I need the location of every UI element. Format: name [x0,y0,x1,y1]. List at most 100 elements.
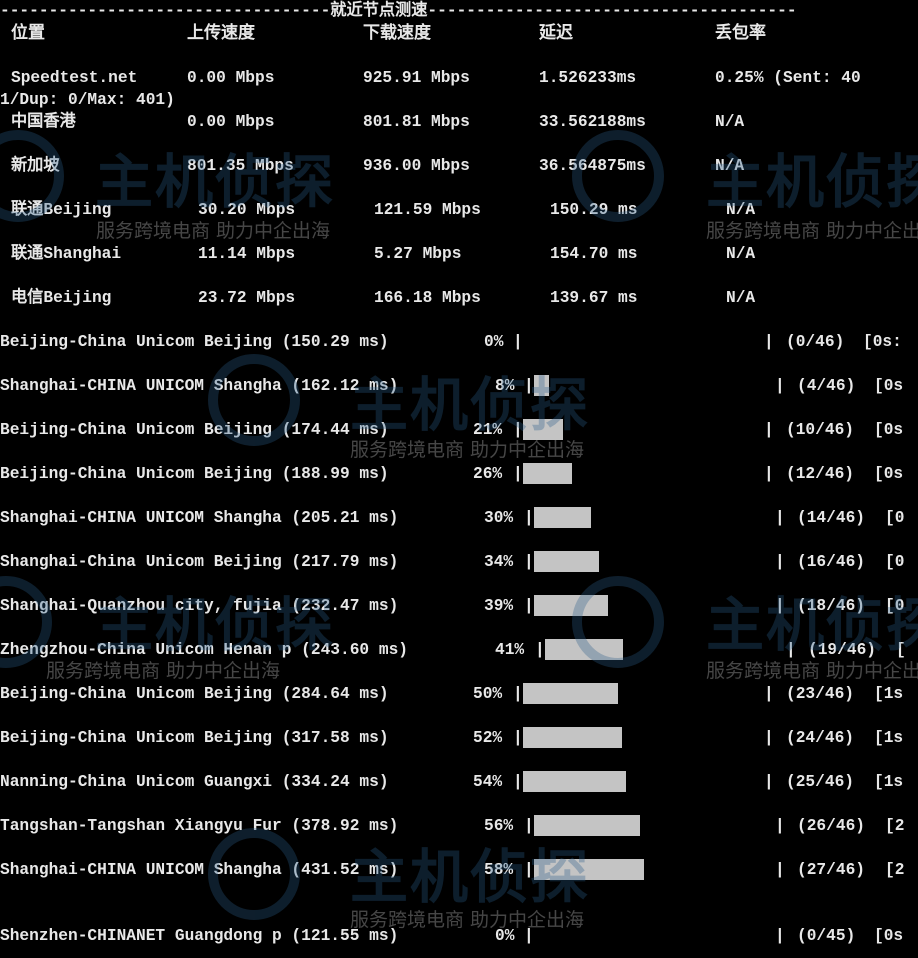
progress-bar-fill [523,727,622,748]
speedtest-loss-cell: 0.25% (Sent: 40 [715,69,861,87]
progress-bar-left-edge: | [524,553,534,571]
route-label: Beijing-China Unicom Beijing (188.99 ms) [0,465,389,483]
progress-bar-left-edge: | [513,333,523,351]
speedtest-upload-cell: 0.00 Mbps [187,69,275,87]
route-percent: 39% [484,597,514,615]
route-elapsed: [2 [885,817,905,835]
speedtest-loss-wrap: 1/Dup: 0/Max: 401) [0,91,175,109]
route-label: Shanghai-Quanzhou city, fujia (232.47 ms… [0,597,399,615]
route-label: Tangshan-Tangshan Xiangyu Fur (378.92 ms… [0,817,399,835]
speedtest-latency-cell: 33.562188ms [539,113,646,131]
col-header-node: 位置 [11,23,45,43]
speedtest-node-cell: 电信Beijing [11,289,112,307]
progress-bar-right-edge: | [775,861,785,879]
route-percent: 30% [484,509,514,527]
col-header-upload: 上传速度 [187,23,255,43]
speedtest-latency-cell: 139.67 ms [550,289,638,307]
speedtest-download-cell: 166.18 Mbps [374,289,481,307]
progress-bar-right-edge: | [775,597,785,615]
progress-bar-fill [523,771,626,792]
progress-bar-right-edge: | [775,927,785,945]
speedtest-node-cell: Speedtest.net [11,69,138,87]
speedtest-upload-cell: 23.72 Mbps [198,289,296,307]
speedtest-latency-cell: 1.526233ms [539,69,637,87]
speedtest-download-cell: 5.27 Mbps [374,245,462,263]
route-count: (27/46) [797,861,865,879]
speedtest-loss-cell: N/A [715,113,745,131]
route-label: Shanghai-CHINA UNICOM Shangha (205.21 ms… [0,509,399,527]
progress-bar-left-edge: | [524,817,534,835]
section-header: ----------------------------------就近节点测速… [0,2,797,20]
progress-bar-left-edge: | [524,927,534,945]
progress-bar-right-edge: | [764,773,774,791]
route-label: Zhengzhou-China Unicom Henan p (243.60 m… [0,641,408,659]
route-count: (10/46) [786,421,854,439]
progress-bar-fill [534,507,591,528]
route-percent: 58% [484,861,514,879]
watermark-slogan: 服务跨境电商 助力中企出海 [96,220,331,242]
watermark-slogan: 服务跨境电商 助力中企出海 [46,660,281,682]
speedtest-upload-cell: 30.20 Mbps [198,201,296,219]
progress-bar-fill [523,419,563,440]
progress-bar-right-edge: | [764,729,774,747]
route-elapsed: [1s [874,729,904,747]
progress-bar-fill [523,683,618,704]
speedtest-latency-cell: 150.29 ms [550,201,638,219]
route-count: (12/46) [786,465,854,483]
route-label: Nanning-China Unicom Guangxi (334.24 ms) [0,773,389,791]
route-label: Beijing-China Unicom Beijing (150.29 ms) [0,333,389,351]
progress-bar-right-edge: | [775,509,785,527]
speedtest-node-cell: 中国香港 [11,113,76,131]
route-label: Shanghai-CHINA UNICOM Shangha (431.52 ms… [0,861,399,879]
progress-bar-right-edge: | [764,333,774,351]
route-count: (23/46) [786,685,854,703]
speedtest-latency-cell: 154.70 ms [550,245,638,263]
speedtest-node-cell: 新加坡 [11,157,60,175]
route-percent: 0% [484,333,504,351]
route-percent: 54% [473,773,503,791]
progress-bar-right-edge: | [775,553,785,571]
progress-bar-left-edge: | [513,421,523,439]
speedtest-download-cell: 936.00 Mbps [363,157,470,175]
route-percent: 26% [473,465,503,483]
section-title: 就近节点测速 [330,2,428,20]
progress-bar-fill [534,375,549,396]
speedtest-loss-cell: N/A [726,289,756,307]
col-header-download: 下载速度 [363,23,431,43]
route-count: (19/46) [808,641,876,659]
route-count: (16/46) [797,553,865,571]
progress-bar-fill [534,859,644,880]
route-percent: 8% [495,377,515,395]
route-elapsed: [0 [885,597,905,615]
progress-bar-left-edge: | [513,773,523,791]
progress-bar-fill [545,639,623,660]
route-count: (18/46) [797,597,865,615]
header-dashes-left: ------------------------------- [0,2,302,20]
progress-bar-left-edge: | [524,861,534,879]
route-percent: 34% [484,553,514,571]
progress-bar-right-edge: | [764,421,774,439]
route-elapsed: [0s [874,421,904,439]
route-elapsed: [2 [885,861,905,879]
progress-bar-left-edge: | [524,509,534,527]
progress-bar-right-edge: | [775,817,785,835]
progress-bar-left-edge: | [513,729,523,747]
route-elapsed: [0s [874,927,904,945]
route-label: Beijing-China Unicom Beijing (174.44 ms) [0,421,389,439]
speedtest-download-cell: 925.91 Mbps [363,69,470,87]
route-count: (0/46) [786,333,845,351]
progress-bar-right-edge: | [764,465,774,483]
col-header-loss: 丢包率 [715,23,766,43]
route-elapsed: [1s [874,685,904,703]
progress-bar-fill [534,551,599,572]
speedtest-loss-cell: N/A [726,245,756,263]
route-count: (26/46) [797,817,865,835]
watermark-slogan: 服务跨境电商 助力中企出海 [706,660,918,682]
route-label: Beijing-China Unicom Beijing (317.58 ms) [0,729,389,747]
progress-bar-left-edge: | [513,685,523,703]
route-percent: 21% [473,421,503,439]
progress-bar-left-edge: | [535,641,545,659]
speedtest-upload-cell: 801.35 Mbps [187,157,294,175]
speedtest-loss-cell: N/A [726,201,756,219]
speedtest-node-cell: 联通Beijing [11,201,112,219]
